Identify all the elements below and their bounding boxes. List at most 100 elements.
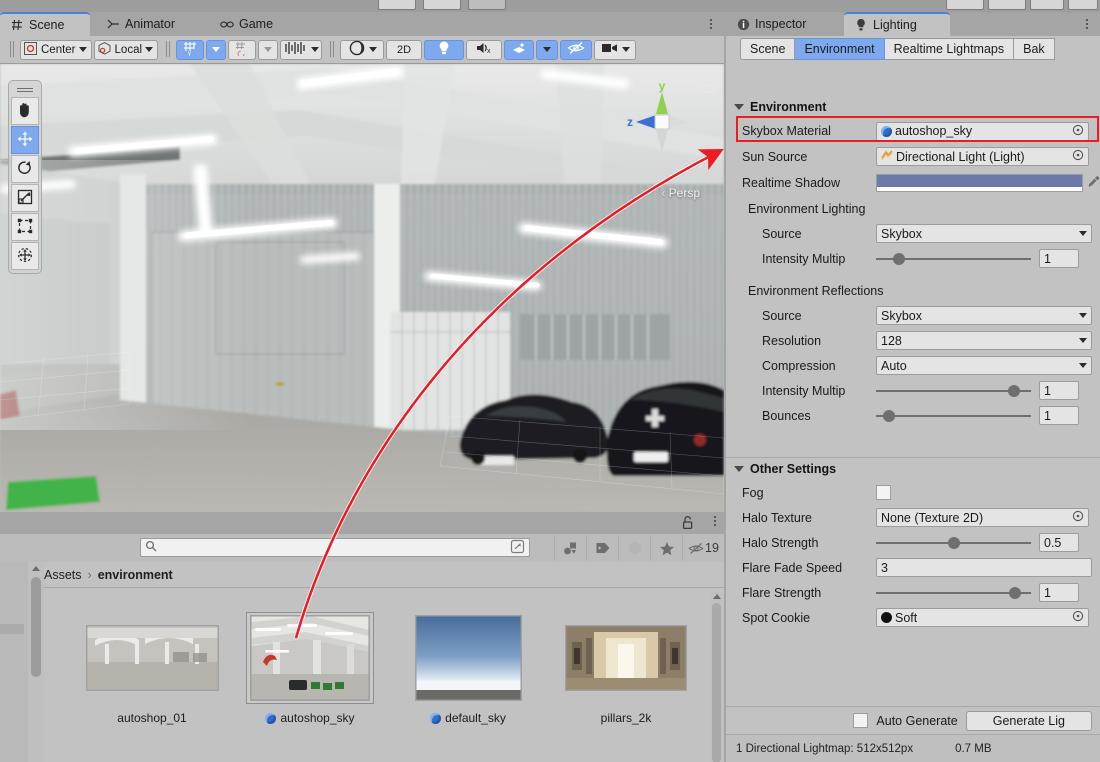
breadcrumb-root[interactable]: Assets (44, 568, 82, 582)
effects-button[interactable] (504, 39, 535, 60)
top-toolbar-button-4[interactable] (946, 0, 984, 10)
tab-lighting[interactable]: Lighting (844, 12, 950, 36)
combined-transform-tool[interactable] (11, 242, 39, 270)
env-reflections-intensity-slider[interactable]: 1 (876, 381, 1079, 400)
eyedropper-icon[interactable] (1087, 175, 1100, 191)
flare-strength-slider[interactable]: 1 (876, 583, 1079, 602)
gizmo-lock-icon[interactable] (702, 78, 716, 97)
top-toolbar-button-5[interactable] (988, 0, 1026, 10)
tab-animator[interactable]: Animator (96, 12, 202, 36)
skybox-material-field[interactable]: autoshop_sky (876, 121, 1089, 141)
scale-tool[interactable] (11, 184, 39, 212)
env-lighting-source-dropdown[interactable]: Skybox (876, 224, 1092, 243)
toolbar-grip-2[interactable] (163, 40, 173, 59)
env-lighting-intensity-slider[interactable]: 1 (876, 249, 1079, 268)
lighting-tab-scene[interactable]: Scene (740, 38, 796, 60)
grid-visibility-button[interactable]: y (176, 39, 205, 60)
env-reflections-bounces-value-field[interactable]: 1 (1039, 406, 1079, 425)
hidden-objects-button[interactable] (560, 39, 593, 60)
inspector-tab-menu-icon[interactable] (1080, 15, 1094, 33)
lighting-tab-realtime-lightmaps[interactable]: Realtime Lightmaps (884, 38, 1015, 60)
chevron-down-icon (145, 47, 154, 52)
flare-fade-speed-field[interactable]: 3 (876, 558, 1092, 577)
asset-thumbnail (566, 626, 686, 690)
tab-inspector[interactable]: Inspector (726, 12, 840, 36)
skybox-material-label: Skybox Material (742, 124, 831, 138)
breadcrumb-current[interactable]: environment (98, 568, 173, 582)
flare-strength-value-field[interactable]: 1 (1039, 583, 1079, 602)
other-settings-header[interactable]: Other Settings (726, 458, 1100, 480)
env-reflections-bounces-slider[interactable]: 1 (876, 406, 1079, 425)
tree-scrollbar[interactable] (28, 562, 44, 762)
move-tool[interactable] (11, 126, 39, 154)
tree-item[interactable] (0, 624, 24, 634)
auto-generate-checkbox[interactable] (853, 713, 869, 728)
pivot-rotation-button[interactable]: Local (93, 39, 159, 60)
scene-camera-button[interactable] (594, 39, 637, 60)
top-toolbar-button-3[interactable] (468, 0, 506, 10)
env-reflections-compression-dropdown[interactable]: Auto (876, 356, 1092, 375)
rect-transform-tool[interactable] (11, 213, 39, 241)
scene-tab-menu-icon[interactable] (704, 15, 718, 33)
toolbar-grip-3[interactable] (327, 40, 337, 59)
scene-lighting-button[interactable] (424, 39, 465, 60)
halo-texture-field[interactable]: None (Texture 2D) (876, 508, 1089, 527)
search-input-wrap[interactable] (140, 538, 530, 557)
spot-cookie-field[interactable]: Soft (876, 608, 1089, 627)
favorite-filter-button[interactable] (650, 535, 682, 561)
asset-filter-button[interactable] (618, 535, 650, 561)
lighting-tab-baked[interactable]: Bak (1014, 38, 1055, 60)
snap-dropdown-button[interactable] (258, 39, 279, 60)
object-picker-icon[interactable] (1072, 510, 1084, 525)
lighting-tab-environment[interactable]: Environment (795, 38, 885, 60)
audio-bars-button[interactable] (280, 39, 323, 60)
snap-increment-button[interactable] (228, 39, 257, 60)
tab-game[interactable]: Game (210, 12, 294, 36)
scene-view-gizmo[interactable]: y z (622, 79, 702, 162)
save-search-icon[interactable] (510, 539, 525, 557)
object-filter-button[interactable] (554, 535, 586, 561)
object-picker-icon[interactable] (1072, 610, 1084, 625)
environment-lighting-group-label: Environment Lighting (748, 202, 866, 216)
toolbar-grip[interactable] (7, 40, 17, 59)
object-picker-icon[interactable] (1072, 124, 1084, 139)
asset-grid-scrollbar[interactable] (711, 592, 722, 762)
asset-item-autoshop_sky[interactable]: autoshop_sky (246, 612, 374, 762)
scene-footer-menu-icon[interactable] (714, 516, 716, 526)
top-toolbar-button-6[interactable] (1030, 0, 1064, 10)
sun-source-field[interactable]: Directional Light (Light) (876, 147, 1089, 166)
env-lighting-intensity-value-field[interactable]: 1 (1039, 249, 1079, 268)
top-toolbar-button-7[interactable] (1068, 0, 1098, 10)
top-toolbar-button-2[interactable] (423, 0, 461, 10)
env-reflections-source-dropdown[interactable]: Skybox (876, 306, 1092, 325)
effects-dropdown-button[interactable] (536, 39, 559, 60)
scene-viewport[interactable]: y z ‹ Persp (0, 64, 724, 534)
realtime-shadow-color-field[interactable] (876, 174, 1083, 192)
rotate-tool[interactable] (11, 155, 39, 183)
label-filter-button[interactable] (586, 535, 618, 561)
env-reflections-resolution-dropdown[interactable]: 128 (876, 331, 1092, 350)
env-reflections-intensity-value-field[interactable]: 1 (1039, 381, 1079, 400)
search-input[interactable] (157, 541, 510, 554)
shading-mode-button[interactable] (340, 39, 385, 60)
gizmo-projection-label[interactable]: ‹ Persp (661, 186, 700, 200)
hidden-assets-indicator[interactable]: 19 (682, 535, 724, 561)
tools-palette-grip[interactable] (11, 84, 39, 96)
asset-item-autoshop_01[interactable]: autoshop_01 (86, 612, 218, 762)
2d-toggle-button[interactable]: 2D (386, 39, 423, 60)
environment-section-header[interactable]: Environment (726, 96, 1100, 118)
halo-strength-slider[interactable]: 0.5 (876, 533, 1079, 552)
scene-lock-icon[interactable] (681, 515, 694, 533)
top-toolbar-button-1[interactable] (378, 0, 416, 10)
scene-audio-button[interactable]: x (466, 39, 503, 60)
generate-lighting-button[interactable]: Generate Lig (965, 710, 1092, 731)
hand-tool[interactable] (11, 97, 39, 125)
fog-checkbox[interactable] (876, 485, 891, 500)
asset-item-default_sky[interactable]: default_sky (408, 612, 528, 762)
object-picker-icon[interactable] (1072, 149, 1084, 164)
pivot-mode-button[interactable]: Center (20, 39, 92, 60)
grid-dropdown-button[interactable] (206, 39, 227, 60)
tab-scene[interactable]: Scene (0, 12, 90, 36)
halo-strength-value-field[interactable]: 0.5 (1039, 533, 1079, 552)
asset-item-pillars_2k[interactable]: pillars_2k (566, 612, 686, 762)
